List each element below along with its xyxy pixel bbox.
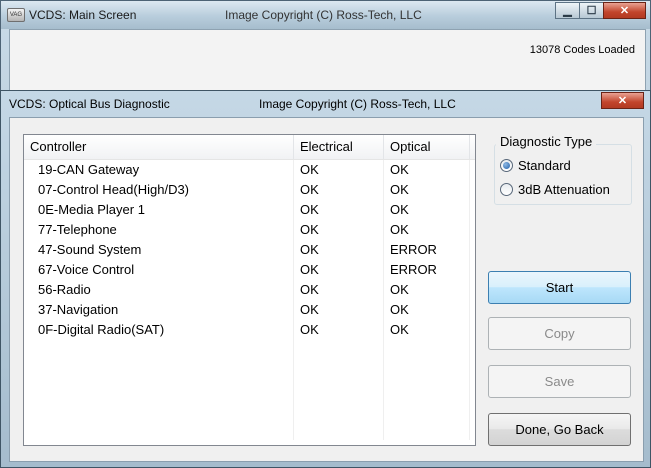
empty-table-row xyxy=(24,360,475,380)
cell-electrical: OK xyxy=(294,320,384,340)
table-row[interactable]: 0E-Media Player 1 OK OK xyxy=(24,200,475,220)
empty-cell xyxy=(294,360,384,380)
save-button[interactable]: Save xyxy=(488,365,631,398)
cell-optical: OK xyxy=(384,180,470,200)
empty-cell xyxy=(24,380,294,400)
cell-electrical: OK xyxy=(294,260,384,280)
list-header: Controller Electrical Optical xyxy=(24,135,475,160)
radio-3db-attenuation[interactable]: 3dB Attenuation xyxy=(500,182,610,197)
cell-controller: 0E-Media Player 1 xyxy=(24,200,294,220)
cell-optical: OK xyxy=(384,220,470,240)
empty-table-row xyxy=(24,340,475,360)
table-row[interactable]: 07-Control Head(High/D3) OK OK xyxy=(24,180,475,200)
empty-cell xyxy=(24,420,294,440)
empty-table-row xyxy=(24,400,475,420)
cell-controller: 67-Voice Control xyxy=(24,260,294,280)
table-row[interactable]: 56-Radio OK OK xyxy=(24,280,475,300)
main-window-title: VCDS: Main Screen xyxy=(29,8,137,22)
column-header-controller[interactable]: Controller xyxy=(24,135,294,159)
empty-cell xyxy=(384,340,470,360)
close-icon[interactable]: ✕ xyxy=(603,2,646,19)
empty-cell xyxy=(384,360,470,380)
empty-cell xyxy=(384,420,470,440)
table-row[interactable]: 37-Navigation OK OK xyxy=(24,300,475,320)
maximize-icon[interactable]: ☐ xyxy=(579,2,604,19)
empty-cell xyxy=(384,400,470,420)
empty-cell xyxy=(24,360,294,380)
done-go-back-button[interactable]: Done, Go Back xyxy=(488,413,631,446)
cell-optical: OK xyxy=(384,280,470,300)
main-status-panel: 13078 Codes Loaded xyxy=(9,29,646,91)
cell-controller: 07-Control Head(High/D3) xyxy=(24,180,294,200)
cell-controller: 47-Sound System xyxy=(24,240,294,260)
cell-optical: ERROR xyxy=(384,240,470,260)
controller-list[interactable]: Controller Electrical Optical 19-CAN Gat… xyxy=(23,134,476,446)
close-icon[interactable]: ✕ xyxy=(601,92,644,109)
empty-cell xyxy=(294,380,384,400)
cell-controller: 56-Radio xyxy=(24,280,294,300)
empty-table-row xyxy=(24,380,475,400)
table-row[interactable]: 67-Voice Control OK ERROR xyxy=(24,260,475,280)
radio-3db-label: 3dB Attenuation xyxy=(518,182,610,197)
list-rows: 19-CAN Gateway OK OK 07-Control Head(High/D… xyxy=(24,160,475,440)
optical-bus-dialog: VCDS: Optical Bus Diagnostic Image Copyr… xyxy=(0,90,651,468)
table-row[interactable]: 77-Telephone OK OK xyxy=(24,220,475,240)
empty-cell xyxy=(294,420,384,440)
cell-electrical: OK xyxy=(294,280,384,300)
dialog-title: VCDS: Optical Bus Diagnostic xyxy=(9,97,170,111)
cell-controller: 37-Navigation xyxy=(24,300,294,320)
vcds-app-icon: VAG xyxy=(7,8,25,22)
copy-button[interactable]: Copy xyxy=(488,317,631,350)
cell-electrical: OK xyxy=(294,180,384,200)
table-row[interactable]: 47-Sound System OK ERROR xyxy=(24,240,475,260)
cell-optical: OK xyxy=(384,200,470,220)
cell-electrical: OK xyxy=(294,200,384,220)
empty-cell xyxy=(24,340,294,360)
main-title-bar[interactable]: VAG VCDS: Main Screen Image Copyright (C… xyxy=(1,1,650,29)
cell-electrical: OK xyxy=(294,220,384,240)
main-caption-buttons: ▁ ☐ ✕ xyxy=(555,2,646,19)
main-copyright-text: Image Copyright (C) Ross-Tech, LLC xyxy=(225,8,422,22)
empty-cell xyxy=(294,340,384,360)
codes-loaded-text: 13078 Codes Loaded xyxy=(529,44,635,56)
radio-standard[interactable]: Standard xyxy=(500,158,571,173)
radio-unchecked-icon[interactable] xyxy=(500,183,513,196)
cell-optical: OK xyxy=(384,320,470,340)
column-header-electrical[interactable]: Electrical xyxy=(294,135,384,159)
start-button[interactable]: Start xyxy=(488,271,631,304)
minimize-icon[interactable]: ▁ xyxy=(555,2,580,19)
radio-standard-label: Standard xyxy=(518,158,571,173)
cell-controller: 19-CAN Gateway xyxy=(24,160,294,180)
dialog-copyright-text: Image Copyright (C) Ross-Tech, LLC xyxy=(259,97,456,111)
cell-electrical: OK xyxy=(294,300,384,320)
cell-electrical: OK xyxy=(294,160,384,180)
cell-controller: 0F-Digital Radio(SAT) xyxy=(24,320,294,340)
empty-table-row xyxy=(24,420,475,440)
cell-electrical: OK xyxy=(294,240,384,260)
cell-optical: OK xyxy=(384,300,470,320)
cell-optical: OK xyxy=(384,160,470,180)
radio-checked-icon[interactable] xyxy=(500,159,513,172)
empty-cell xyxy=(24,400,294,420)
empty-cell xyxy=(294,400,384,420)
dialog-client-area: Controller Electrical Optical 19-CAN Gat… xyxy=(9,117,644,462)
diagnostic-type-label: Diagnostic Type xyxy=(496,134,597,149)
column-header-optical[interactable]: Optical xyxy=(384,135,470,159)
empty-cell xyxy=(384,380,470,400)
cell-controller: 77-Telephone xyxy=(24,220,294,240)
table-row[interactable]: 19-CAN Gateway OK OK xyxy=(24,160,475,180)
table-row[interactable]: 0F-Digital Radio(SAT) OK OK xyxy=(24,320,475,340)
cell-optical: ERROR xyxy=(384,260,470,280)
